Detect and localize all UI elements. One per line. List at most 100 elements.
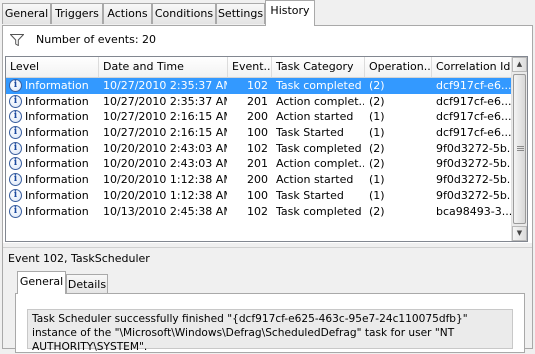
table-row[interactable]: i Information 10/20/2010 1:12:38 AM 100 Task…: [6, 188, 513, 204]
cell-level: Information: [25, 157, 89, 171]
cell-level: Information: [25, 204, 89, 218]
cell-corr: 9f0d3272-5b...: [436, 188, 513, 202]
cell-level: Information: [25, 173, 89, 187]
cell-category: Task completed: [276, 79, 362, 92]
cell-level: Information: [25, 126, 89, 140]
cell-op: (1): [369, 126, 385, 140]
list-header: Level Date and Time Event... Task Catego…: [6, 57, 513, 78]
column-header-level[interactable]: Level: [6, 57, 99, 77]
cell-op: (2): [369, 141, 385, 155]
cell-datetime: 10/20/2010 1:12:38 AM: [103, 173, 227, 187]
tab-triggers[interactable]: Triggers: [51, 3, 103, 24]
cell-event: 201: [247, 157, 268, 171]
cell-level: Information: [25, 110, 89, 124]
cell-category: Task Started: [276, 126, 344, 140]
event-message[interactable]: Task Scheduler successfully finished "{d…: [27, 309, 513, 353]
event-detail-pane: General Details Task Scheduler successfu…: [3, 269, 532, 353]
cell-corr: 9f0d3272-5b...: [436, 141, 513, 155]
cell-corr: 9f0d3272-5b...: [436, 157, 513, 171]
cell-datetime: 10/27/2010 2:35:37 AM: [103, 79, 227, 92]
cell-op: (1): [369, 173, 385, 187]
cell-op: (1): [369, 188, 385, 202]
filter-icon[interactable]: [10, 34, 24, 46]
cell-category: Action complet...: [276, 94, 364, 108]
cell-datetime: 10/27/2010 2:35:37 AM: [103, 94, 227, 108]
vertical-scrollbar[interactable]: ▲ ▼: [511, 57, 527, 241]
scroll-up-button[interactable]: ▲: [512, 57, 527, 72]
table-row[interactable]: i Information 10/20/2010 2:43:03 AM 201 Acti…: [6, 156, 513, 172]
cell-op: (2): [369, 204, 385, 218]
event-list[interactable]: Level Date and Time Event... Task Catego…: [5, 56, 528, 242]
information-icon: i: [9, 110, 22, 124]
cell-level: Information: [25, 188, 89, 202]
cell-datetime: 10/13/2010 2:45:38 AM: [103, 204, 227, 218]
cell-category: Action started: [276, 173, 354, 187]
cell-corr: 9f0d3272-5b...: [436, 173, 513, 187]
cell-datetime: 10/27/2010 2:16:15 AM: [103, 126, 227, 140]
table-row[interactable]: i Information 10/27/2010 2:16:15 AM 100 Task…: [6, 125, 513, 141]
table-row[interactable]: i Information 10/27/2010 2:35:37 AM 102 Task…: [6, 78, 513, 94]
cell-datetime: 10/27/2010 2:16:15 AM: [103, 110, 227, 124]
information-icon: i: [9, 126, 22, 140]
cell-event: 100: [247, 126, 268, 140]
tab-history[interactable]: History: [265, 0, 315, 26]
tab-settings[interactable]: Settings: [216, 3, 265, 24]
cell-corr: dcf917cf-e6...: [436, 110, 512, 124]
scroll-thumb[interactable]: [513, 74, 526, 224]
information-icon: i: [9, 94, 22, 108]
cell-level: Information: [25, 79, 89, 92]
cell-event: 100: [247, 188, 268, 202]
history-panel: Number of events: 20 Level Date and Time…: [2, 25, 533, 353]
table-row[interactable]: i Information 10/27/2010 2:35:37 AM 201 Acti…: [6, 94, 513, 110]
cell-corr: bca98493-3...: [436, 204, 513, 218]
cell-corr: dcf917cf-e6...: [436, 94, 512, 108]
column-header-event[interactable]: Event...: [228, 57, 272, 77]
detail-tab-general[interactable]: General: [17, 271, 66, 294]
tab-strip: General Triggers Actions Conditions Sett…: [0, 0, 535, 26]
tab-actions[interactable]: Actions: [103, 3, 152, 24]
filter-bar: Number of events: 20: [3, 26, 532, 54]
information-icon: i: [9, 141, 22, 155]
cell-datetime: 10/20/2010 1:12:38 AM: [103, 188, 227, 202]
column-header-task-category[interactable]: Task Category: [272, 57, 365, 77]
column-header-operation[interactable]: Operation...: [365, 57, 432, 77]
cell-event: 102: [247, 204, 268, 218]
cell-category: Task Started: [276, 188, 344, 202]
cell-event: 200: [247, 173, 268, 187]
information-icon: i: [9, 79, 22, 92]
cell-level: Information: [25, 94, 89, 108]
tab-conditions[interactable]: Conditions: [152, 3, 216, 24]
cell-event: 200: [247, 110, 268, 124]
table-row[interactable]: i Information 10/20/2010 1:12:38 AM 200 Acti…: [6, 172, 513, 188]
cell-datetime: 10/20/2010 2:43:03 AM: [103, 141, 227, 155]
event-title: Event 102, TaskScheduler: [3, 247, 532, 269]
cell-op: (2): [369, 79, 385, 92]
table-row[interactable]: i Information 10/13/2010 2:45:38 AM 102 Task…: [6, 204, 513, 220]
cell-corr: dcf917cf-e6...: [436, 79, 512, 92]
scroll-down-button[interactable]: ▼: [512, 226, 527, 241]
information-icon: i: [9, 157, 22, 171]
column-header-correlation-id[interactable]: Correlation Id: [432, 57, 513, 77]
information-icon: i: [9, 204, 22, 218]
cell-event: 102: [247, 141, 268, 155]
table-row[interactable]: i Information 10/27/2010 2:16:15 AM 200 Acti…: [6, 109, 513, 125]
cell-op: (2): [369, 94, 385, 108]
tab-general[interactable]: General: [2, 3, 51, 24]
cell-corr: dcf917cf-e6...: [436, 126, 512, 140]
detail-tab-details[interactable]: Details: [66, 274, 108, 294]
column-header-date-time[interactable]: Date and Time: [99, 57, 228, 77]
information-icon: i: [9, 188, 22, 202]
detail-content: Task Scheduler successfully finished "{d…: [15, 293, 525, 353]
cell-category: Action complet...: [276, 157, 364, 171]
event-count-label: Number of events: 20: [36, 33, 157, 46]
cell-category: Task completed: [276, 141, 362, 155]
cell-op: (1): [369, 110, 385, 124]
cell-datetime: 10/20/2010 2:43:03 AM: [103, 157, 227, 171]
information-icon: i: [9, 173, 22, 187]
table-row[interactable]: i Information 10/20/2010 2:43:03 AM 102 Task…: [6, 141, 513, 157]
cell-category: Task completed: [276, 204, 362, 218]
cell-event: 201: [247, 94, 268, 108]
cell-event: 102: [247, 79, 268, 92]
cell-category: Action started: [276, 110, 354, 124]
cell-level: Information: [25, 141, 89, 155]
